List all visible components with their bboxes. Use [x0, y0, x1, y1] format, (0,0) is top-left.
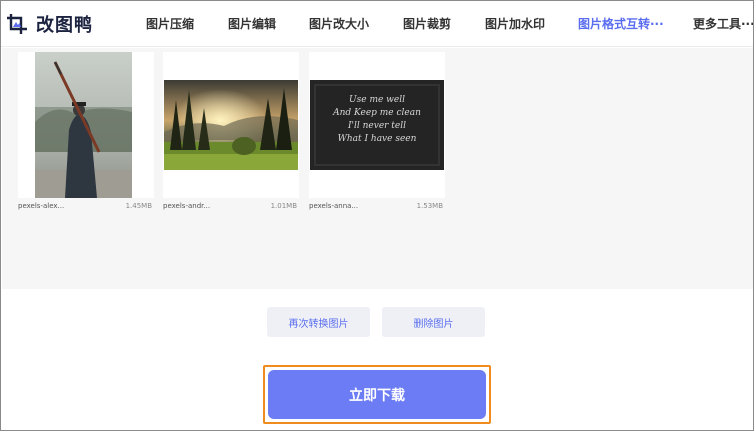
top-navigation-bar: 改图鸭 图片压缩 图片编辑 图片改大小 图片裁剪 图片加水印 图片格式互转···… — [1, 1, 753, 47]
chalk-line-3: I'll never tell — [347, 121, 407, 131]
brand-name: 改图鸭 — [36, 14, 93, 36]
file-name: pexels-alex... — [18, 202, 65, 210]
nav-item-more-tools[interactable]: 更多工具··· — [693, 1, 753, 47]
forest-sunset-photo — [164, 80, 298, 170]
crop-logo-icon — [6, 13, 28, 35]
convert-again-button[interactable]: 再次转换图片 — [267, 307, 370, 337]
image-card[interactable] — [18, 52, 154, 198]
nav-item-format-convert[interactable]: 图片格式互转··· — [578, 1, 664, 47]
image-card[interactable] — [163, 52, 299, 198]
nav-item-watermark[interactable]: 图片加水印 — [485, 1, 545, 47]
file-size: 1.01MB — [270, 202, 297, 210]
file-size: 1.45MB — [125, 202, 152, 210]
chalk-line-4: What I have seen — [337, 134, 417, 144]
file-name: pexels-anna... — [309, 202, 359, 210]
nav-item-crop[interactable]: 图片裁剪 — [403, 1, 451, 47]
nav-item-compress[interactable]: 图片压缩 — [146, 1, 194, 47]
download-highlight: 立即下载 — [263, 365, 491, 424]
app-window: 改图鸭 图片压缩 图片编辑 图片改大小 图片裁剪 图片加水印 图片格式互转···… — [0, 0, 754, 431]
image-card[interactable]: Use me well And Keep me clean I'll never… — [309, 52, 445, 198]
brand-logo[interactable]: 改图鸭 — [1, 1, 141, 47]
image-list-area: pexels-alex... 1.45MB pexels-andr... 1.0… — [2, 48, 753, 289]
download-now-button[interactable]: 立即下载 — [268, 370, 486, 419]
chalkboard-quote-photo: Use me well And Keep me clean I'll never… — [310, 80, 444, 170]
file-name: pexels-andr... — [163, 202, 211, 210]
chalk-line-2: And Keep me clean — [333, 108, 421, 118]
nav-item-resize[interactable]: 图片改大小 — [309, 1, 369, 47]
delete-image-button[interactable]: 删除图片 — [382, 307, 485, 337]
nav-item-edit[interactable]: 图片编辑 — [228, 1, 276, 47]
file-size: 1.53MB — [416, 202, 443, 210]
chalk-line-1: Use me well — [349, 95, 405, 105]
man-with-rifle-photo — [35, 52, 132, 198]
